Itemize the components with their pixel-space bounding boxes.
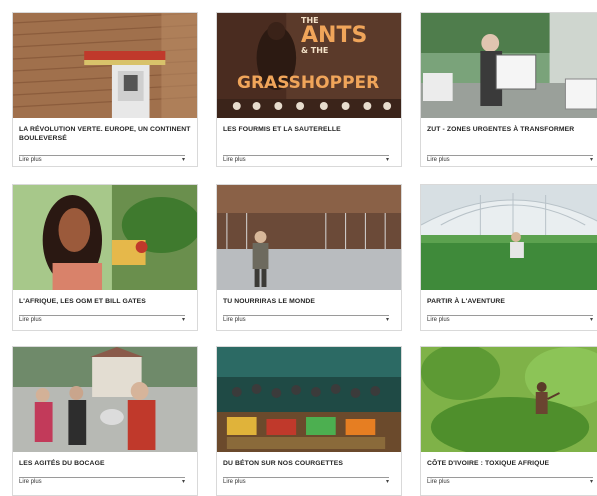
read-more-link[interactable]: Lire plus	[427, 157, 450, 163]
film-title[interactable]: TU NOURRIRAS LE MONDE	[223, 297, 395, 306]
greenhouse-image[interactable]	[421, 185, 597, 290]
film-card[interactable]: L'AFRIQUE, LES OGM ET BILL GATES Lire pl…	[12, 184, 198, 331]
film-title[interactable]: L'AFRIQUE, LES OGM ET BILL GATES	[19, 297, 191, 306]
read-more-link[interactable]: Lire plus	[19, 317, 42, 323]
film-card[interactable]: LES AGITÉS DU BOCAGE Lire plus ▾	[12, 346, 198, 496]
read-more-link[interactable]: Lire plus	[223, 479, 246, 485]
film-title[interactable]: LES FOURMIS ET LA SAUTERELLE	[223, 125, 395, 134]
protester-sign-image[interactable]	[421, 13, 597, 118]
divider	[19, 155, 185, 156]
chevron-down-icon[interactable]: ▾	[386, 478, 389, 485]
tractor-field-image[interactable]	[13, 13, 197, 118]
film-grid: LA RÉVOLUTION VERTE. EUROPE, UN CONTINEN…	[0, 0, 597, 496]
market-crowd-image[interactable]	[217, 347, 401, 452]
ants-grasshopper-poster[interactable]: THE ANTS & THE GRASSHOPPER	[217, 13, 401, 118]
divider	[19, 315, 185, 316]
poster-subtitle: GRASSHOPPER	[237, 73, 380, 93]
read-more-link[interactable]: Lire plus	[427, 479, 450, 485]
divider	[427, 477, 593, 478]
farmer-barn-image[interactable]	[217, 185, 401, 290]
film-card[interactable]: TU NOURRIRAS LE MONDE Lire plus ▾	[216, 184, 402, 331]
poster-title: THE ANTS & THE	[301, 16, 368, 55]
film-title[interactable]: ZUT - ZONES URGENTES À TRANSFORMER	[427, 125, 597, 134]
divider	[19, 477, 185, 478]
chevron-down-icon[interactable]: ▾	[590, 478, 593, 485]
film-title[interactable]: PARTIR À L'AVENTURE	[427, 297, 597, 306]
film-card[interactable]: CÔTE D'IVOIRE : TOXIQUE AFRIQUE Lire plu…	[420, 346, 597, 496]
film-card[interactable]: DU BÉTON SUR NOS COURGETTES Lire plus ▾	[216, 346, 402, 496]
film-title[interactable]: LES AGITÉS DU BOCAGE	[19, 459, 191, 468]
read-more-link[interactable]: Lire plus	[19, 479, 42, 485]
read-more-link[interactable]: Lire plus	[427, 317, 450, 323]
read-more-link[interactable]: Lire plus	[19, 157, 42, 163]
chevron-down-icon[interactable]: ▾	[590, 316, 593, 323]
film-card[interactable]: ZUT - ZONES URGENTES À TRANSFORMER Lire …	[420, 12, 597, 167]
village-crowd-image[interactable]	[13, 347, 197, 452]
chevron-down-icon[interactable]: ▾	[590, 156, 593, 163]
divider	[223, 155, 389, 156]
read-more-link[interactable]: Lire plus	[223, 317, 246, 323]
film-title[interactable]: DU BÉTON SUR NOS COURGETTES	[223, 459, 395, 468]
divider	[223, 315, 389, 316]
film-title[interactable]: LA RÉVOLUTION VERTE. EUROPE, UN CONTINEN…	[19, 125, 191, 143]
divider	[223, 477, 389, 478]
film-card[interactable]: PARTIR À L'AVENTURE Lire plus ▾	[420, 184, 597, 331]
film-card[interactable]: THE ANTS & THE GRASSHOPPER LES FOURMIS E…	[216, 12, 402, 167]
film-card[interactable]: LA RÉVOLUTION VERTE. EUROPE, UN CONTINEN…	[12, 12, 198, 167]
film-title[interactable]: CÔTE D'IVOIRE : TOXIQUE AFRIQUE	[427, 459, 597, 468]
chevron-down-icon[interactable]: ▾	[182, 316, 185, 323]
chevron-down-icon[interactable]: ▾	[386, 156, 389, 163]
chevron-down-icon[interactable]: ▾	[182, 156, 185, 163]
read-more-link[interactable]: Lire plus	[223, 157, 246, 163]
chevron-down-icon[interactable]: ▾	[386, 316, 389, 323]
chevron-down-icon[interactable]: ▾	[182, 478, 185, 485]
jungle-farmer-image[interactable]	[421, 347, 597, 452]
divider	[427, 315, 593, 316]
divider	[427, 155, 593, 156]
woman-plants-image[interactable]	[13, 185, 197, 290]
